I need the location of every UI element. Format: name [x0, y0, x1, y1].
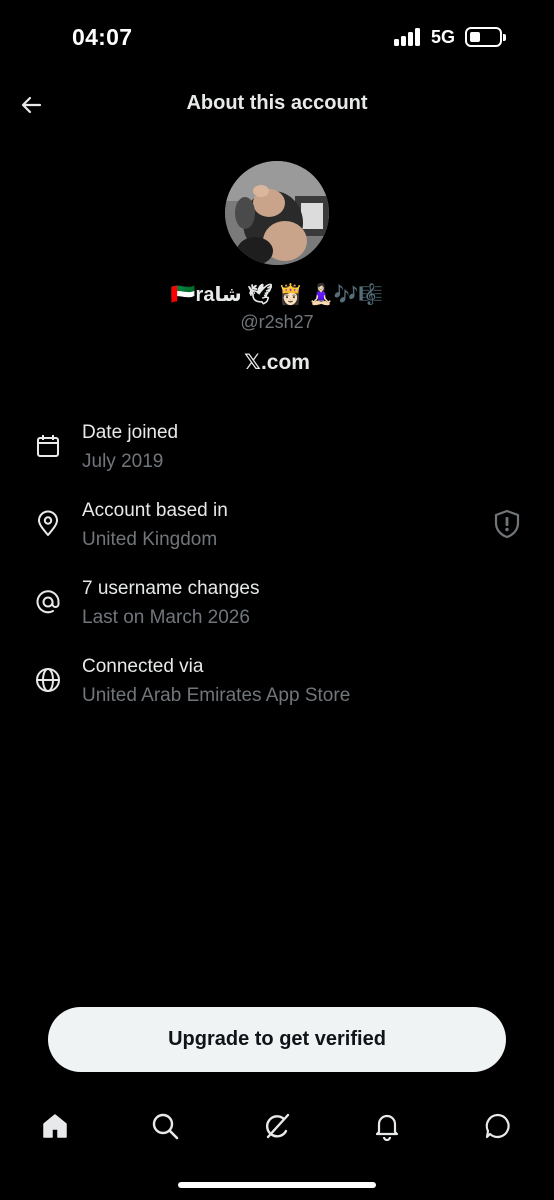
info-row-date-joined: Date joined July 2019: [0, 418, 554, 478]
location-pin-icon: [38, 510, 58, 536]
network-type: 5G: [431, 27, 456, 47]
bell-icon: [375, 1114, 399, 1141]
status-bar: 04:07 5G: [0, 0, 554, 76]
avatar-photo: [225, 161, 329, 265]
site-label: 𝕏.com: [244, 351, 310, 374]
page-title: About this account: [186, 92, 368, 114]
globe-icon: [36, 668, 60, 692]
search-icon: [152, 1113, 179, 1140]
grok-icon: [265, 1113, 290, 1139]
home-indicator: [178, 1182, 376, 1188]
avatar[interactable]: [225, 161, 329, 265]
display-name: 🇦🇪raشا 🕊 👸🏻 🧘🏻‍♀️🎶🎼: [170, 284, 384, 306]
tab-notifications[interactable]: [367, 1106, 407, 1146]
info-value: United Arab Emirates App Store: [82, 685, 351, 706]
tab-home[interactable]: [35, 1106, 75, 1146]
location-info-button[interactable]: [492, 508, 522, 540]
info-label: 7 username changes: [82, 578, 260, 599]
upgrade-verified-button[interactable]: Upgrade to get verified: [48, 1007, 506, 1072]
bottom-tab-bar: [0, 1098, 554, 1154]
info-value: United Kingdom: [82, 529, 218, 550]
info-label: Connected via: [82, 656, 204, 677]
info-label: Date joined: [82, 422, 179, 443]
home-icon: [43, 1114, 67, 1138]
header: About this account: [0, 78, 554, 132]
messages-icon: [485, 1113, 510, 1139]
at-sign-icon: [36, 590, 60, 614]
calendar-icon: [37, 435, 59, 457]
tab-grok[interactable]: [257, 1106, 297, 1146]
info-label: Account based in: [82, 500, 228, 521]
info-value: July 2019: [82, 451, 164, 472]
info-value: Last on March 2026: [82, 607, 250, 628]
tab-messages[interactable]: [478, 1106, 518, 1146]
tab-search[interactable]: [145, 1106, 185, 1146]
status-time: 04:07: [72, 24, 133, 50]
battery-icon: [465, 27, 506, 47]
info-row-username-changes: 7 username changes Last on March 2026: [0, 574, 554, 634]
signal-icon: [394, 28, 422, 46]
handle: @r2sh27: [240, 312, 314, 332]
info-row-account-location: Account based in United Kingdom: [0, 496, 554, 556]
info-row-connected-via: Connected via United Arab Emirates App S…: [0, 652, 554, 712]
shield-alert-icon: [494, 509, 520, 539]
